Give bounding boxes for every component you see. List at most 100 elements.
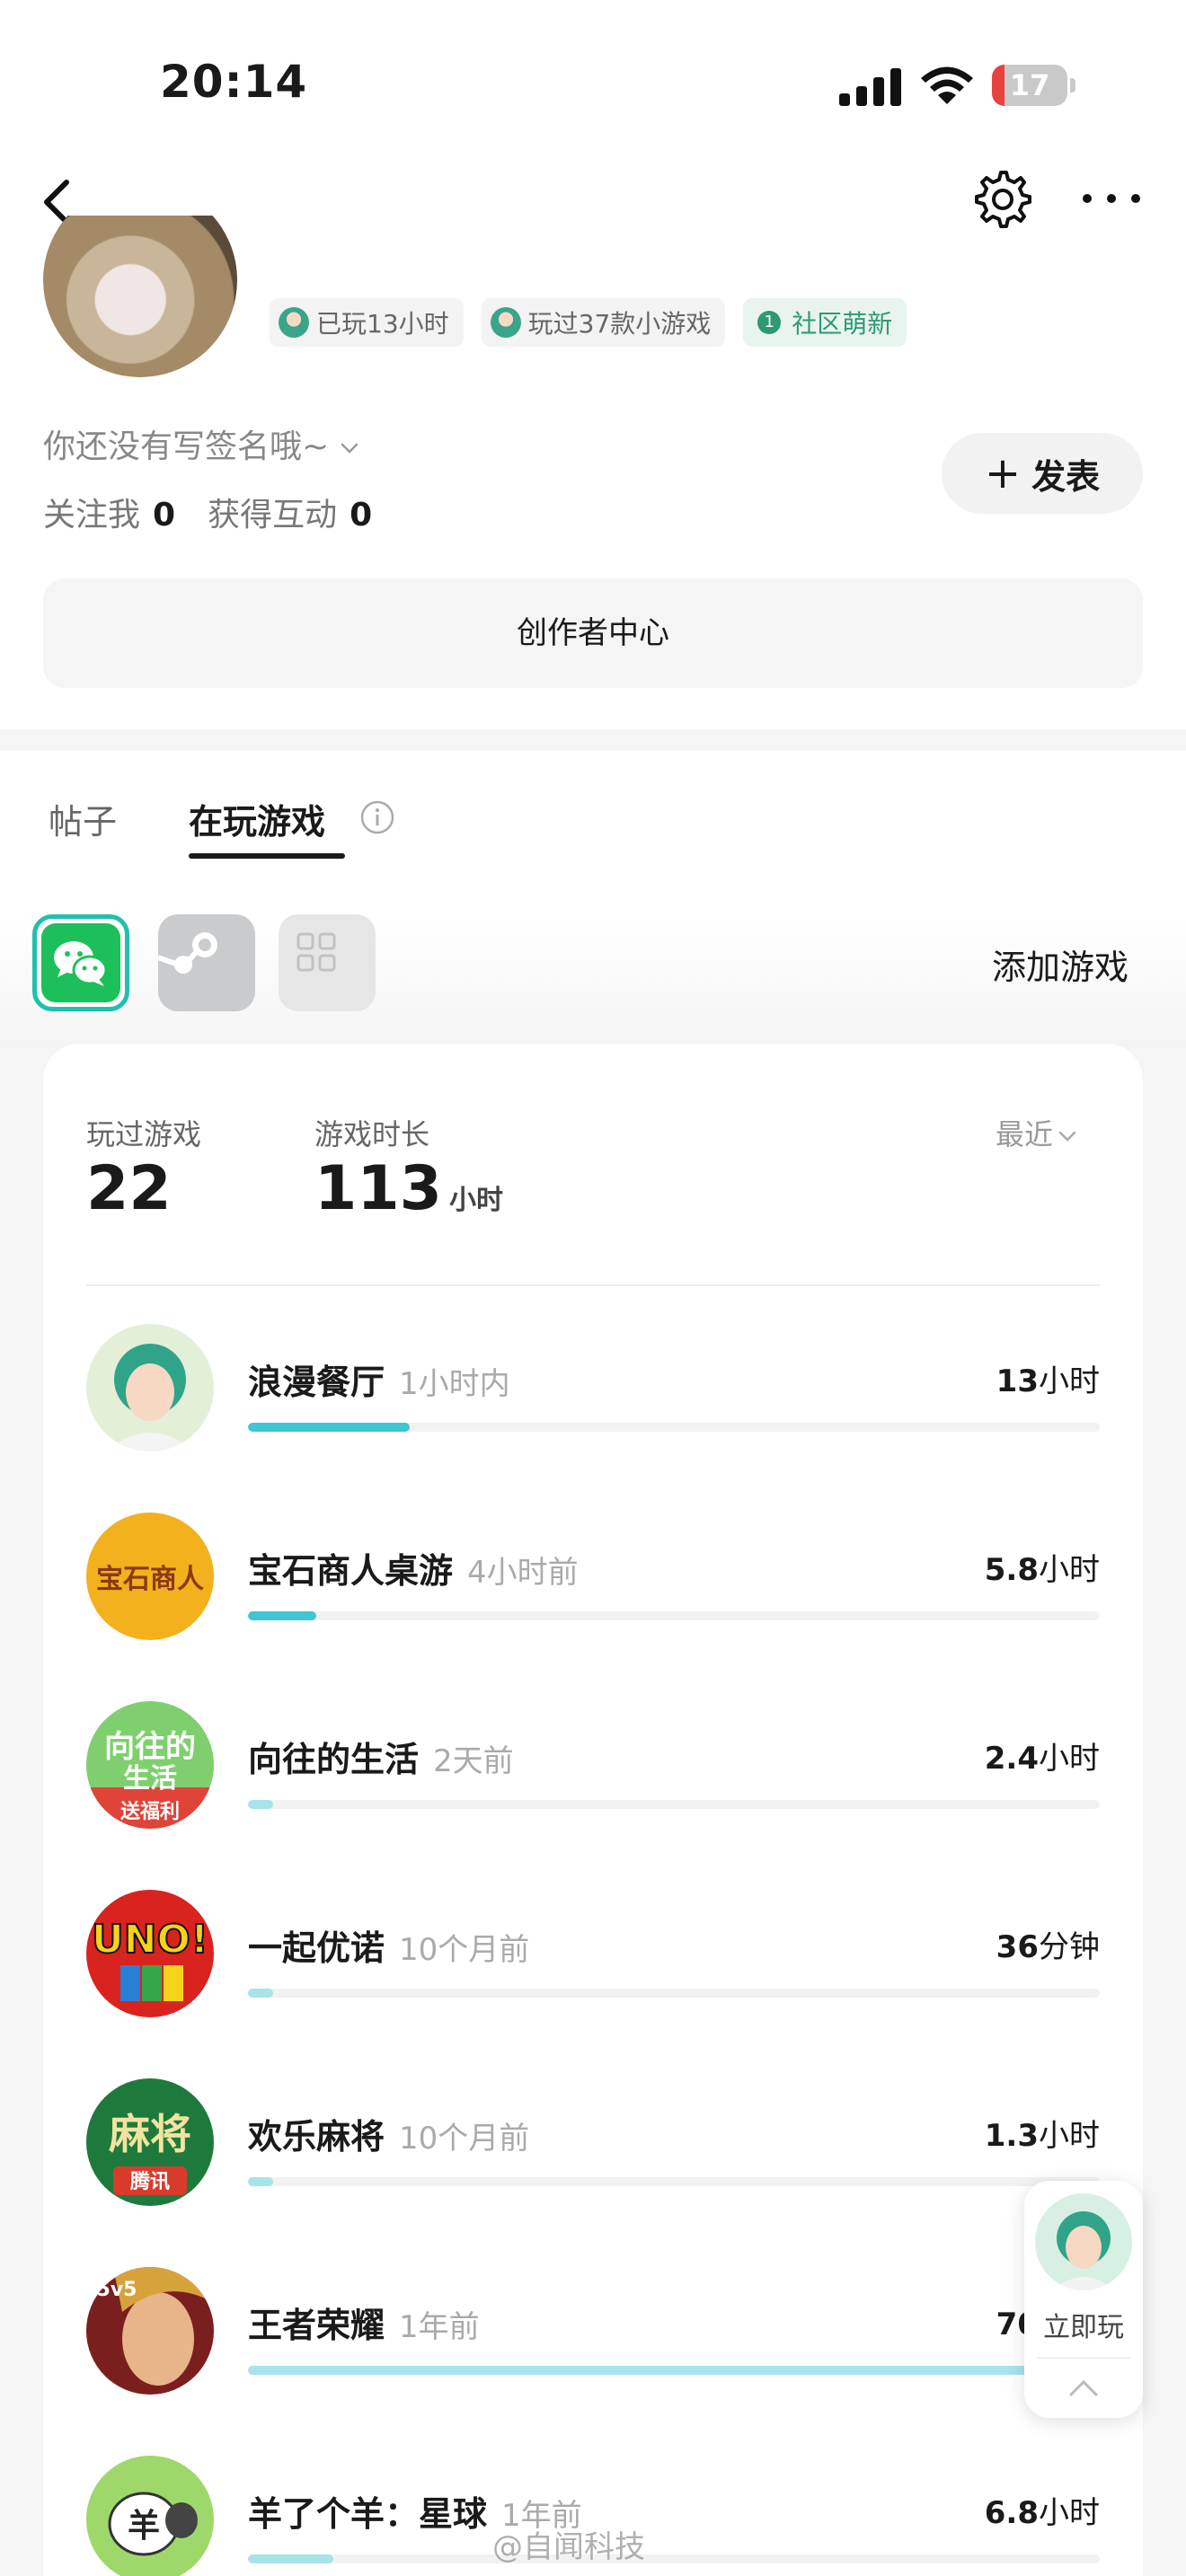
- steam-icon: [158, 932, 217, 974]
- page: 20:14 17 已玩13小时 玩过37款小游戏 1 社区萌新 你还没有写签名哦…: [0, 0, 1186, 2576]
- game-duration-unit: 小时: [1039, 2118, 1100, 2154]
- creator-center-button[interactable]: 创作者中心: [43, 578, 1143, 688]
- platform-wechat[interactable]: [32, 914, 129, 1011]
- profile-stats: 关注我 0 获得互动 0: [43, 489, 372, 535]
- play-time-unit: 小时: [448, 1185, 503, 1216]
- game-name: 王者荣耀 1年前: [248, 2298, 480, 2347]
- badge-label: 已玩13小时: [316, 309, 449, 339]
- avatar-mini-icon: [490, 307, 521, 338]
- game-title: 一起优诺: [248, 1928, 385, 1968]
- level-icon: 1: [757, 311, 782, 334]
- battery-level: 17: [1009, 68, 1050, 102]
- tab-underline: [189, 853, 345, 859]
- watermark: @自闻科技: [492, 2529, 645, 2565]
- game-last-played: 4小时前: [467, 1555, 579, 1591]
- svg-text:腾讯: 腾讯: [130, 2171, 170, 2193]
- tab-playing-games[interactable]: 在玩游戏: [189, 794, 325, 843]
- game-duration: 2.4小时: [985, 1734, 1100, 1778]
- badge-played-games[interactable]: 玩过37款小游戏: [481, 298, 726, 347]
- game-progress-track: [248, 2366, 1100, 2375]
- svg-text:送福利: 送福利: [120, 1800, 180, 1823]
- game-progress-fill: [248, 2554, 333, 2563]
- post-button-label: 发表: [1031, 456, 1101, 497]
- game-duration: 36分钟: [996, 1922, 1100, 1966]
- svg-text:生活: 生活: [123, 1763, 177, 1795]
- play-time-number: 113: [314, 1153, 442, 1224]
- platform-more[interactable]: [279, 914, 376, 1011]
- game-name: 浪漫餐厅 1小时内: [248, 1354, 510, 1404]
- stat-interactions-label[interactable]: 获得互动: [208, 497, 337, 534]
- game-row[interactable]: 宝石商人 宝石商人桌游 4小时前 5.8小时: [0, 1513, 1186, 1685]
- game-last-played: 10个月前: [399, 2121, 530, 2157]
- uno-icon: UNO!: [86, 1890, 214, 2017]
- game-progress-fill: [248, 2366, 1100, 2375]
- tab-posts[interactable]: 帖子: [49, 794, 117, 843]
- badge-community-level[interactable]: 1 社区萌新: [743, 298, 907, 347]
- game-title: 王者荣耀: [248, 2306, 385, 2345]
- battery-icon: 17: [992, 65, 1075, 106]
- badge-label: 社区萌新: [792, 309, 893, 339]
- stat-followers-label[interactable]: 关注我: [43, 497, 140, 534]
- game-duration: 13小时: [996, 1356, 1100, 1400]
- add-game-button[interactable]: 添加游戏: [992, 940, 1128, 989]
- game-last-played: 10个月前: [399, 1932, 530, 1968]
- quick-play-label: 立即玩: [1043, 2312, 1124, 2343]
- play-time-value: 113 小时: [314, 1153, 503, 1224]
- played-games-label: 玩过游戏: [86, 1117, 202, 1151]
- info-icon[interactable]: [359, 799, 395, 835]
- game-last-played: 2天前: [433, 1743, 514, 1779]
- more-icon[interactable]: [1078, 176, 1145, 221]
- signature[interactable]: 你还没有写签名哦~: [43, 420, 359, 467]
- game-progress-fill: [248, 1989, 274, 1998]
- game-row[interactable]: 麻将 腾讯 欢乐麻将 10个月前 1.3小时: [0, 2078, 1186, 2251]
- gear-icon[interactable]: [972, 169, 1033, 230]
- chevron-down-icon: [341, 443, 358, 454]
- play-time-label: 游戏时长: [314, 1117, 430, 1151]
- status-bar: 20:14 17: [0, 0, 1186, 153]
- game-progress-track: [248, 1800, 1100, 1809]
- game-progress-track: [248, 2554, 1100, 2563]
- cellular-signal-icon: [839, 66, 902, 106]
- stat-followers-value: 0: [153, 497, 176, 534]
- wechat-icon: [54, 941, 108, 986]
- game-duration-unit: 小时: [1039, 1552, 1100, 1588]
- game-row[interactable]: 浪漫餐厅 1小时内 13小时: [0, 1324, 1186, 1496]
- game-name: 向往的生活 2天前: [248, 1732, 514, 1781]
- sort-dropdown[interactable]: 最近: [996, 1112, 1078, 1153]
- game-progress-fill: [248, 1611, 316, 1620]
- status-time: 20:14: [160, 56, 308, 108]
- svg-text:5v5: 5v5: [97, 2279, 137, 2301]
- game-progress-fill: [248, 2177, 274, 2186]
- avatar-mini-icon: [279, 307, 309, 338]
- game-duration-unit: 分钟: [1039, 1929, 1100, 1965]
- played-games-value: 22: [86, 1153, 172, 1224]
- game-duration-value: 36: [996, 1929, 1039, 1965]
- plus-icon: +: [984, 448, 1022, 498]
- game-duration-value: 2.4: [984, 1741, 1039, 1777]
- svg-text:向往的: 向往的: [104, 1729, 196, 1765]
- game-row[interactable]: 向往的 生活送福利 向往的生活 2天前 2.4小时: [0, 1701, 1186, 1874]
- quick-play-widget[interactable]: 立即玩: [1024, 2181, 1143, 2418]
- wifi-icon: [921, 66, 973, 104]
- honor-of-kings-icon: 5v5: [86, 2267, 214, 2395]
- game-name: 欢乐麻将 10个月前: [248, 2109, 529, 2158]
- game-title: 宝石商人桌游: [248, 1551, 454, 1591]
- game-name: 一起优诺 10个月前: [248, 1920, 529, 1970]
- game-title: 羊了个羊：星球: [248, 2494, 488, 2534]
- game-duration: 5.8小时: [985, 1545, 1100, 1589]
- platform-steam[interactable]: [158, 914, 255, 1011]
- badge-played-hours[interactable]: 已玩13小时: [270, 298, 464, 347]
- grid-icon: [296, 932, 336, 972]
- game-name: 宝石商人桌游 4小时前: [248, 1543, 579, 1592]
- profile-badges: 已玩13小时 玩过37款小游戏 1 社区萌新: [270, 298, 907, 347]
- gem-merchant-icon: 宝石商人: [86, 1513, 214, 1640]
- mahjong-icon: 麻将 腾讯: [86, 2078, 214, 2206]
- quick-play-game-icon: [1035, 2193, 1132, 2290]
- stat-interactions-value: 0: [350, 497, 373, 534]
- post-button[interactable]: + 发表: [942, 433, 1143, 514]
- chevron-up-icon[interactable]: [1066, 2373, 1102, 2404]
- game-row[interactable]: 5v5王者荣耀1年前70小时: [0, 2267, 1186, 2439]
- divider: [86, 1284, 1100, 1286]
- game-row[interactable]: UNO! 一起优诺 10个月前 36分钟: [0, 1890, 1186, 2062]
- chevron-down-icon: [1058, 1131, 1076, 1142]
